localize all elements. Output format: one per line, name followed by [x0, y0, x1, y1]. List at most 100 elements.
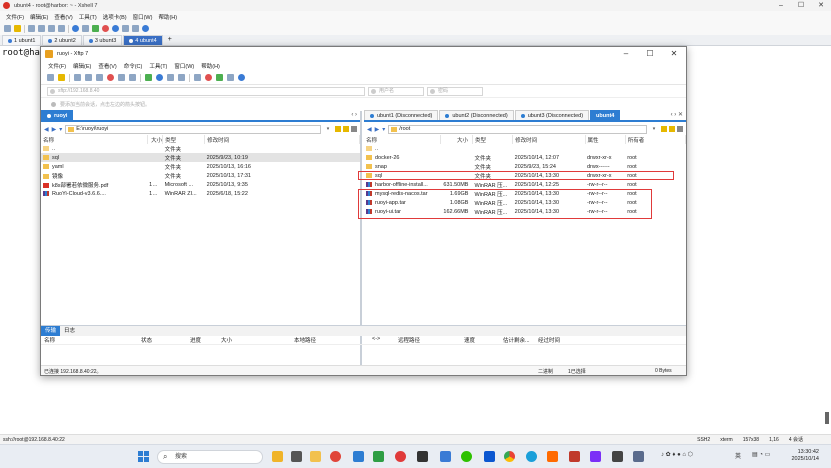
file-row[interactable]: ruoyi-app.tar 1.08GB WinRAR 压... 2025/10/14… — [364, 198, 686, 207]
file-row[interactable]: 镜像 文件夹 2025/10/13, 17:31 — [41, 171, 360, 180]
open-folder-icon[interactable] — [14, 25, 21, 32]
menu-edit[interactable]: 编辑(E) — [30, 13, 48, 21]
col-direction[interactable]: <-> — [372, 336, 380, 342]
app-icon[interactable] — [569, 451, 580, 462]
open-folder-icon[interactable] — [58, 74, 65, 81]
copy-icon[interactable] — [38, 25, 45, 32]
layout-icon[interactable] — [227, 74, 234, 81]
app-icon[interactable] — [547, 451, 558, 462]
terminal-scrollbar[interactable] — [825, 412, 829, 424]
path-history-icon[interactable]: ▾ — [324, 126, 332, 132]
tray-icons[interactable]: ♪ ✿ ♦ ● ⌂ ⬡ — [661, 451, 693, 458]
col-owner[interactable]: 所有者 — [625, 135, 687, 144]
tab-log[interactable]: 日志 — [60, 326, 79, 336]
tab-transfer[interactable]: 传输 — [41, 326, 61, 336]
forward-icon[interactable]: ▶ — [52, 126, 57, 133]
tab-ubunt3[interactable]: 3 ubunt3 — [82, 35, 123, 45]
col-name[interactable]: 名称 — [41, 135, 148, 144]
transfer-mode[interactable]: 二进制 — [538, 368, 553, 375]
sync-icon[interactable] — [156, 74, 163, 81]
stop-icon[interactable] — [107, 74, 114, 81]
file-row[interactable]: harbor-offline-install... 631.50MB WinRAR … — [364, 180, 686, 189]
file-row[interactable]: docker-26 文件夹 2025/10/14, 12:07 drwxr-xr-x r… — [364, 153, 686, 162]
compare-icon[interactable] — [167, 74, 174, 81]
font-icon[interactable] — [82, 25, 89, 32]
file-row[interactable]: sql 文件夹 2025/9/23, 10:19 — [41, 153, 360, 162]
xftp-taskbar-icon[interactable] — [395, 451, 406, 462]
dropdown-icon[interactable]: ▾ — [59, 126, 62, 133]
minimize-icon[interactable]: – — [614, 47, 638, 61]
menu-help[interactable]: 帮助(H) — [158, 13, 177, 21]
task-view-icon[interactable] — [291, 451, 302, 462]
up-folder-icon[interactable] — [335, 126, 341, 132]
link-icon[interactable] — [28, 25, 35, 32]
fullscreen-icon[interactable] — [132, 25, 139, 32]
vmware-icon[interactable] — [633, 451, 644, 462]
col-type[interactable]: 类型 — [472, 135, 514, 144]
menu-help[interactable]: 帮助(H) — [201, 62, 220, 70]
find-icon[interactable] — [58, 25, 65, 32]
col-name[interactable]: 名称 — [364, 135, 441, 144]
col-status[interactable]: 状态 — [141, 336, 152, 344]
tab-scroll-arrows-icon[interactable]: ‹ › ✕ — [671, 110, 686, 120]
forward-icon[interactable]: ▶ — [375, 126, 380, 133]
new-folder-icon[interactable] — [118, 74, 125, 81]
menu-window[interactable]: 窗口(W) — [133, 13, 153, 21]
col-size[interactable]: 大小 — [440, 135, 473, 144]
paste-icon[interactable] — [48, 25, 55, 32]
col-size[interactable]: 大小 — [147, 135, 164, 144]
transfer-icon[interactable] — [145, 74, 152, 81]
col-local-path[interactable]: 本地路径 — [294, 336, 316, 344]
menu-tools[interactable]: 工具(T) — [79, 13, 97, 21]
menu-file[interactable]: 文件(F) — [6, 13, 24, 21]
menu-tools[interactable]: 工具(T) — [149, 62, 167, 70]
help-icon[interactable] — [142, 25, 149, 32]
col-attr[interactable]: 属性 — [585, 135, 626, 144]
tab-ubunt4[interactable]: 4 ubunt4 — [123, 35, 163, 45]
refresh-icon[interactable] — [677, 126, 683, 132]
script-icon[interactable] — [216, 74, 223, 81]
remote-path-input[interactable]: /root — [388, 124, 647, 134]
app-icon[interactable] — [484, 451, 495, 462]
tab-ubunt4[interactable]: ubunt4 — [590, 110, 621, 120]
tab-ubunt1[interactable]: 1 ubunt1 — [2, 35, 42, 45]
file-row[interactable]: k8s部署若依微服务.pdf1.06MBMicrosoft ... 2025/10… — [41, 180, 360, 189]
file-row[interactable]: .. — [364, 144, 686, 153]
col-eta[interactable]: 估计剩余... — [503, 336, 530, 344]
keyboard-icon[interactable] — [122, 25, 129, 32]
new-folder-icon[interactable] — [669, 126, 675, 132]
close-icon[interactable]: ✕ — [811, 0, 831, 11]
tab-ubunt2-disconnected[interactable]: ubunt2 (Disconnected) — [439, 110, 514, 120]
new-session-icon[interactable] — [47, 74, 54, 81]
file-row[interactable]: .. 文件夹 — [41, 144, 360, 153]
back-icon[interactable]: ◀ — [367, 126, 372, 133]
tunnel-icon[interactable] — [112, 25, 119, 32]
file-row[interactable]: ruoyi-ui.tar 162.66MB WinRAR 压... 2025/10/1… — [364, 207, 686, 216]
close-icon[interactable]: ✕ — [662, 47, 686, 61]
taskbar-search[interactable]: 搜索 — [157, 450, 263, 464]
script-icon[interactable] — [92, 25, 99, 32]
xshell-taskbar-icon[interactable] — [373, 451, 384, 462]
ime-indicator[interactable]: 英 — [735, 451, 741, 460]
xftp-icon[interactable] — [102, 25, 109, 32]
app-icon[interactable] — [440, 451, 451, 462]
tab-ubunt3-disconnected[interactable]: ubunt3 (Disconnected) — [514, 110, 590, 120]
col-progress[interactable]: 进度 — [190, 336, 201, 344]
back-icon[interactable]: ◀ — [44, 126, 49, 133]
app-icon[interactable] — [612, 451, 623, 462]
network-volume-icons[interactable]: ▤ ◔ ▭ — [752, 451, 770, 458]
globe-icon[interactable] — [72, 25, 79, 32]
browser-icon[interactable] — [330, 451, 341, 462]
refresh-icon[interactable] — [351, 126, 357, 132]
menu-view[interactable]: 查看(V) — [98, 62, 116, 70]
wechat-icon[interactable] — [461, 451, 472, 462]
file-row[interactable]: snap 文件夹 2025/9/23, 15:24 drwx------ root — [364, 162, 686, 171]
col-mtime[interactable]: 修改时间 — [204, 135, 360, 144]
tab-scroll-arrows-icon[interactable]: ‹ › — [351, 110, 360, 120]
local-path-input[interactable]: E:\ruoyi\ruoyi — [65, 124, 321, 134]
app-icon[interactable] — [590, 451, 601, 462]
host-input[interactable]: sftp://192.168.8.40 — [47, 86, 365, 96]
maximize-icon[interactable]: ☐ — [791, 0, 811, 11]
tab-ruoyi[interactable]: ruoyi — [41, 110, 74, 120]
col-type[interactable]: 类型 — [162, 135, 206, 144]
